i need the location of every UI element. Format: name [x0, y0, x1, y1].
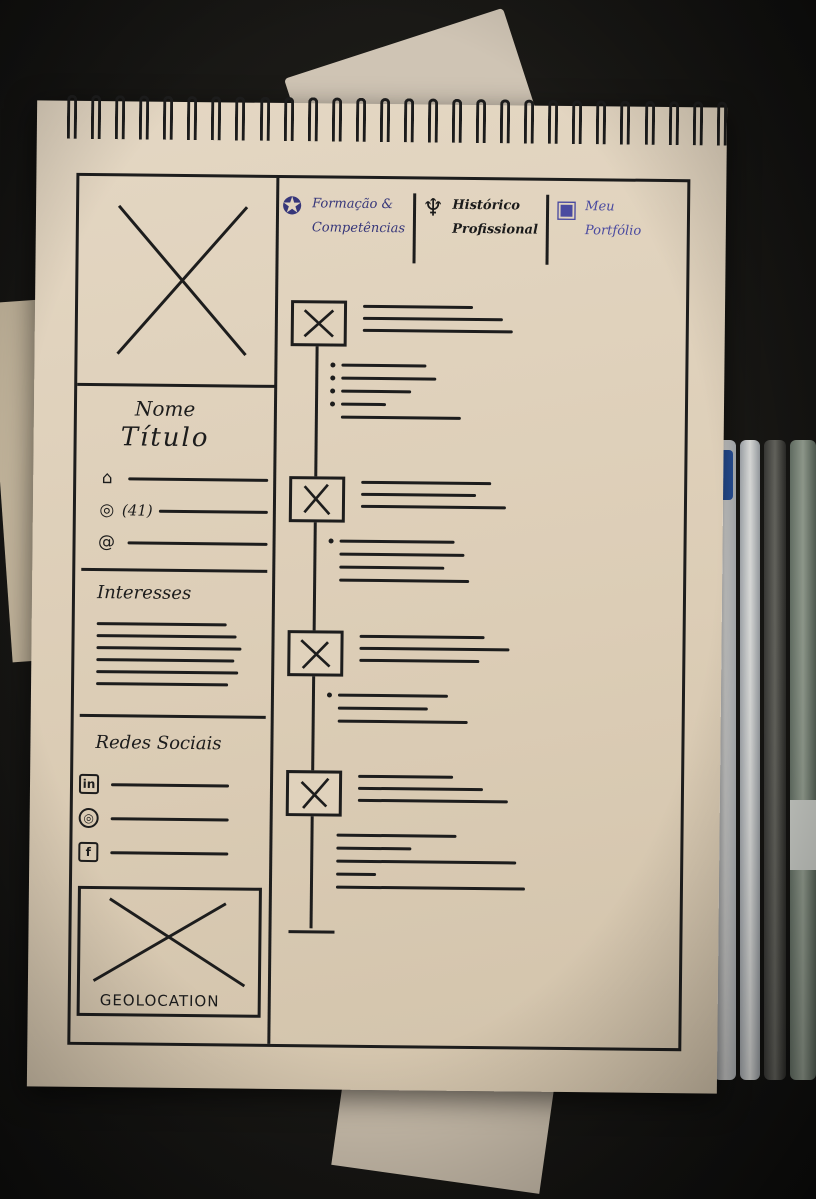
contact-phone: ◎ (41)	[98, 498, 268, 524]
sidebar: Nome Título ⌂ ◎ (41) @ Interesses Redes …	[70, 175, 280, 1044]
timeline-entry[interactable]	[285, 770, 576, 891]
profile-photo-placeholder	[77, 175, 278, 388]
social-whatsapp[interactable]: ◎	[78, 807, 229, 830]
divider	[81, 567, 268, 573]
pen	[764, 440, 786, 1080]
image-placeholder-icon	[303, 309, 335, 338]
image-placeholder-icon	[116, 204, 249, 356]
pen	[740, 440, 760, 1080]
social-linkedin[interactable]: in	[78, 773, 230, 796]
tab-education-skills[interactable]: ✪ Formação & Competências	[281, 191, 417, 264]
geolocation-label: GEOLOCATION	[99, 991, 220, 1011]
wireframe-sketch: Nome Título ⌂ ◎ (41) @ Interesses Redes …	[67, 172, 691, 1052]
necktie-icon: ♆	[422, 193, 445, 222]
award-ribbon-icon: ✪	[281, 191, 303, 221]
entry-logo-placeholder	[287, 630, 344, 677]
linkedin-icon: in	[78, 773, 100, 795]
interests-heading: Interesses	[96, 582, 192, 605]
phone-text: (41)	[121, 501, 153, 520]
interests-list	[96, 622, 247, 696]
profile-title: Título	[120, 422, 210, 454]
facebook-icon: f	[78, 841, 99, 863]
entry-logo-placeholder	[290, 300, 348, 347]
geolocation-map-placeholder: GEOLOCATION	[76, 885, 262, 1018]
timeline-entry[interactable]	[288, 476, 579, 583]
email-icon: @	[97, 532, 116, 553]
image-placeholder-icon	[303, 483, 331, 516]
notepad: Nome Título ⌂ ◎ (41) @ Interesses Redes …	[26, 94, 728, 1094]
tab-professional-history[interactable]: ♆ Histórico Profissional	[421, 193, 550, 265]
image-placeholder-icon	[300, 777, 330, 809]
pens	[712, 440, 816, 1080]
social-heading: Redes Sociais	[95, 732, 222, 755]
entry-logo-placeholder	[285, 770, 343, 817]
timeline-entry[interactable]	[290, 300, 581, 420]
contact-email: @	[97, 530, 268, 556]
profile-name: Nome	[134, 396, 196, 422]
contact-address: ⌂	[98, 466, 269, 492]
timeline-entry[interactable]	[287, 630, 578, 724]
entry-logo-placeholder	[288, 476, 346, 523]
briefcase-icon: ▣	[555, 194, 579, 224]
whatsapp-icon: ◎	[78, 807, 99, 829]
spiral-binding	[66, 94, 728, 168]
timeline-end	[288, 930, 335, 934]
marker	[790, 440, 816, 1080]
image-placeholder-icon	[300, 639, 331, 669]
whatsapp-icon: ◎	[99, 500, 115, 521]
tab-bar: ✪ Formação & Competências ♆ Histórico Pr…	[281, 191, 687, 268]
home-icon: ⌂	[101, 468, 113, 489]
divider	[79, 713, 266, 719]
main-content: ✪ Formação & Competências ♆ Histórico Pr…	[273, 178, 687, 1048]
tab-portfolio[interactable]: ▣ Meu Portfólio	[555, 195, 650, 266]
social-facebook[interactable]: f	[78, 841, 229, 864]
